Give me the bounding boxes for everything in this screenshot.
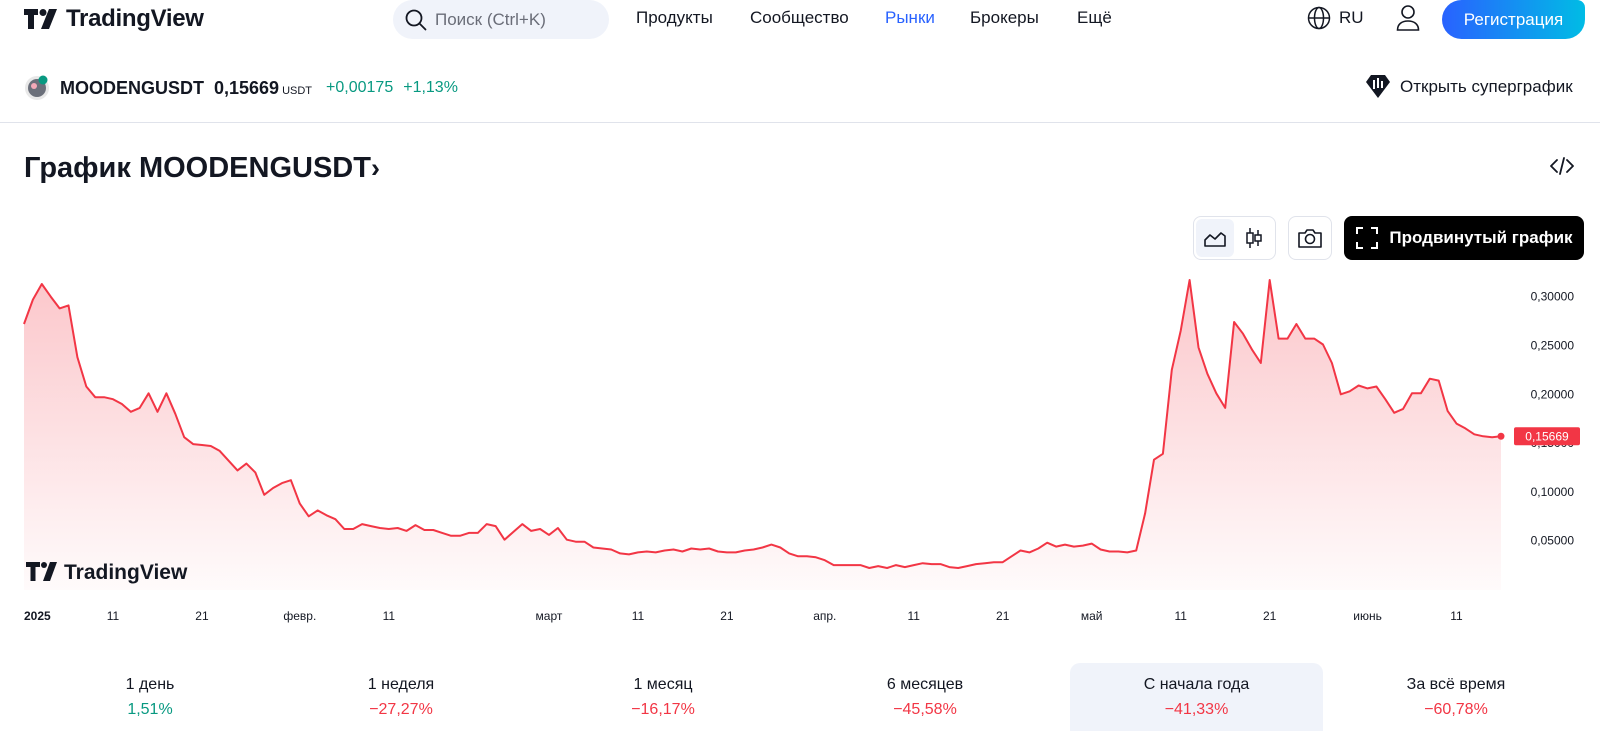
price-tick: 0,10000 [1531,485,1575,499]
stat-label: 1 неделя [367,676,435,693]
time-tick: июнь [1353,609,1382,623]
open-supergraph-label: Открыть суперграфик [1400,77,1573,96]
stat-label: 1 месяц [633,676,693,693]
fullscreen-icon [1356,227,1379,249]
open-supergraph-button[interactable]: Открыть суперграфик [1364,74,1573,100]
last-price-dot [1497,432,1505,440]
language-label: RU [1339,8,1364,27]
register-button[interactable]: Регистрация [1442,0,1585,39]
last-price-label: 0,15669 [1514,427,1580,446]
page-title-text: График MOODENGUSDT [24,152,371,184]
embed-code-button[interactable] [1550,156,1574,181]
stat-4[interactable]: С начала года −41,33% [1070,663,1323,731]
moodeng-coin-icon [25,75,49,100]
language-switcher[interactable]: RU [1307,6,1364,30]
symbol-name[interactable]: MOODENGUSDT [60,78,204,99]
advanced-chart-button[interactable]: Продвинутый график [1344,216,1584,260]
time-tick: 21 [996,609,1010,623]
chart-type-toggle [1193,216,1276,260]
price-tick: 0,05000 [1531,534,1575,548]
code-icon [1550,157,1574,175]
time-axis: 2025 11 21 февр. 11 март 11 21 апр. 11 21 май 11 21 ию… [24,609,1463,623]
candles-chart-button[interactable] [1236,219,1274,257]
stat-value: −41,33% [1164,701,1229,718]
stat-5[interactable]: За всё время −60,78% [1331,676,1581,719]
symbol-change-pct: +1,13% [403,79,458,96]
time-tick: март [536,609,563,623]
stat-label: За всё время [1406,676,1506,693]
time-tick: 11 [107,609,120,623]
stat-value: −45,58% [893,701,957,718]
symbol-price: 0,15669 [214,77,280,98]
watermark-text: TradingView [64,561,188,584]
time-tick: 11 [383,609,396,623]
nav-community[interactable]: Сообщество [750,8,849,28]
time-tick: май [1081,609,1103,623]
time-tick: 21 [720,609,734,623]
last-price-label-text: 0,15669 [1525,429,1569,443]
logo-text: TradingView [66,5,204,32]
nav-markets[interactable]: Рынки [885,8,935,28]
time-tick: 11 [908,609,921,623]
time-tick: апр. [813,609,836,623]
stat-label: 1 день [125,676,175,693]
nav-more[interactable]: Ещё [1077,8,1112,28]
price-tick: 0,20000 [1531,387,1575,401]
page-title[interactable]: График MOODENGUSDT› [24,152,380,185]
time-tick: 11 [1450,609,1463,623]
time-tick: 21 [1263,609,1277,623]
symbol-currency: USDT [282,85,313,97]
price-tick: 0,30000 [1531,290,1575,304]
price-axis: 0,300000,250000,200000,150000,100000,050… [1531,290,1575,548]
stat-0[interactable]: 1 день 1,51% [25,676,275,719]
tradingview-logo[interactable]: TradingView [24,4,204,34]
search-icon [405,9,427,30]
price-area [24,280,1501,590]
time-tick: 11 [1174,609,1187,623]
stat-2[interactable]: 1 месяц −16,17% [538,676,788,719]
time-tick: 21 [195,609,209,623]
globe-icon [1307,6,1331,30]
snapshot-button[interactable] [1288,216,1332,260]
advanced-chart-label: Продвинутый график [1389,228,1573,247]
price-tick: 0,25000 [1531,338,1575,352]
nav-products[interactable]: Продукты [636,8,713,28]
stat-label: 6 месяцев [886,676,964,693]
price-chart[interactable]: 0,300000,250000,200000,150000,100000,050… [0,275,1600,625]
header-divider [0,122,1600,123]
user-menu-button[interactable] [1396,4,1420,37]
user-icon [1396,5,1420,31]
area-chart-icon [1203,232,1226,247]
nav-brokers[interactable]: Брокеры [970,8,1039,28]
symbol-bar: MOODENGUSDT 0,15669 USDT +0,00175 +1,13% [24,72,458,104]
stat-value: −60,78% [1424,701,1488,718]
supergraph-icon [1366,75,1390,98]
search-placeholder: Поиск (Ctrl+K) [435,9,546,29]
stat-3[interactable]: 6 месяцев −45,58% [800,676,1050,719]
area-chart-button[interactable] [1196,219,1234,257]
search-bar[interactable]: Поиск (Ctrl+K) [393,0,609,39]
stat-label: С начала года [1143,676,1250,693]
camera-icon [1298,229,1322,248]
stat-value: −27,27% [369,701,433,718]
time-tick: 11 [632,609,645,623]
candles-icon [1246,228,1262,248]
time-tick: февр. [283,609,316,623]
symbol-change-abs: +0,00175 [326,79,394,96]
tradingview-logo-icon [24,9,57,29]
chevron-right-icon: › [370,153,380,183]
time-tick: 2025 [24,609,51,623]
stat-value: 1,51% [127,701,173,718]
stat-1[interactable]: 1 неделя −27,27% [276,676,526,719]
stat-value: −16,17% [631,701,695,718]
